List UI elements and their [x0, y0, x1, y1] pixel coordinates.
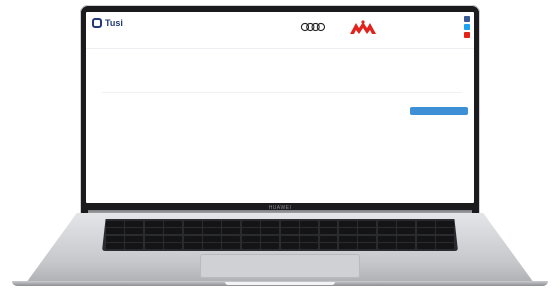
site-header: Tusi [86, 12, 474, 49]
keyboard-key [397, 228, 416, 235]
keyboard-key [241, 228, 260, 235]
keyboard-key [338, 221, 357, 227]
laptop-front-notch [225, 282, 335, 285]
logo-icon [92, 18, 102, 28]
keyboard-key [241, 221, 260, 227]
keyboard-key [183, 243, 202, 249]
keyboard-key [222, 235, 241, 242]
social-links [464, 16, 470, 38]
keyboard-key [377, 221, 396, 227]
keyboard-key [300, 243, 319, 249]
keyboard-key [416, 235, 435, 242]
keyboard-key [397, 243, 416, 249]
logo-text: Tusi [105, 18, 123, 28]
keyboard-key [106, 243, 124, 249]
keyboard-key [338, 235, 357, 242]
keyboard-key [319, 235, 338, 242]
keyboard-key [377, 235, 396, 242]
keyboard-key [222, 228, 241, 235]
keyboard-key [261, 235, 280, 242]
keyboard-key [319, 228, 338, 235]
audi-logo[interactable] [300, 21, 326, 33]
keyboard-key [203, 235, 221, 242]
keyboard-key [377, 243, 396, 249]
laptop: Tusi HUAWEI [0, 0, 560, 291]
keyboard-key [358, 235, 377, 242]
keyboard-key [416, 228, 435, 235]
facebook-icon[interactable] [464, 16, 470, 22]
keyboard-key [377, 228, 396, 235]
keyboard-key [416, 243, 435, 249]
laptop-touchpad [200, 254, 360, 278]
laptop-keyboard [102, 219, 458, 251]
keyboard-key [164, 228, 183, 235]
youtube-icon[interactable] [464, 32, 470, 38]
keyboard-key [183, 228, 202, 235]
keyboard-key [222, 243, 241, 249]
keyboard-key [358, 228, 377, 235]
section-divider [102, 92, 462, 93]
keyboard-key [300, 228, 319, 235]
keyboard-key [319, 243, 338, 249]
keyboard-key [125, 221, 144, 227]
search-button[interactable] [410, 107, 468, 115]
keyboard-key [183, 235, 202, 242]
keyboard-key [144, 221, 163, 227]
keyboard-key [436, 235, 454, 242]
keyboard-key [125, 243, 144, 249]
keyboard-key [338, 243, 357, 249]
keyboard-key [280, 235, 299, 242]
keyboard-key [261, 228, 280, 235]
keyboard-key [144, 228, 163, 235]
keyboard-key [164, 221, 183, 227]
twitter-icon[interactable] [464, 24, 470, 30]
keyboard-key [144, 243, 163, 249]
main-nav [90, 50, 470, 60]
kappa-logo[interactable] [348, 19, 378, 35]
keyboard-key [300, 221, 319, 227]
keyboard-key [222, 221, 241, 227]
keyboard-key [280, 228, 299, 235]
keyboard-key [436, 221, 454, 227]
keyboard-key [106, 221, 124, 227]
keyboard-key [358, 243, 377, 249]
keyboard-key [436, 228, 454, 235]
keyboard-key [436, 243, 454, 249]
keyboard-key [416, 221, 435, 227]
keyboard-key [280, 221, 299, 227]
keyboard-key [203, 221, 221, 227]
keyboard-key [280, 243, 299, 249]
keyboard-key [241, 235, 260, 242]
keyboard-key [125, 228, 144, 235]
site-logo[interactable]: Tusi [92, 18, 128, 28]
keyboard-key [164, 235, 183, 242]
laptop-screen: Tusi [86, 12, 474, 203]
keyboard-key [125, 235, 144, 242]
keyboard-key [241, 243, 260, 249]
keyboard-key [358, 221, 377, 227]
keyboard-key [261, 243, 280, 249]
keyboard-key [338, 228, 357, 235]
laptop-scene: Tusi HUAWEI [0, 0, 560, 291]
keyboard-key [106, 235, 124, 242]
keyboard-key [397, 235, 416, 242]
keyboard-key [106, 228, 124, 235]
keyboard-key [203, 243, 221, 249]
keyboard-key [164, 243, 183, 249]
keyboard-key [261, 221, 280, 227]
keyboard-key [203, 228, 221, 235]
keyboard-key [397, 221, 416, 227]
keyboard-key [144, 235, 163, 242]
keyboard-key [300, 235, 319, 242]
keyboard-key [183, 221, 202, 227]
keyboard-key [319, 221, 338, 227]
